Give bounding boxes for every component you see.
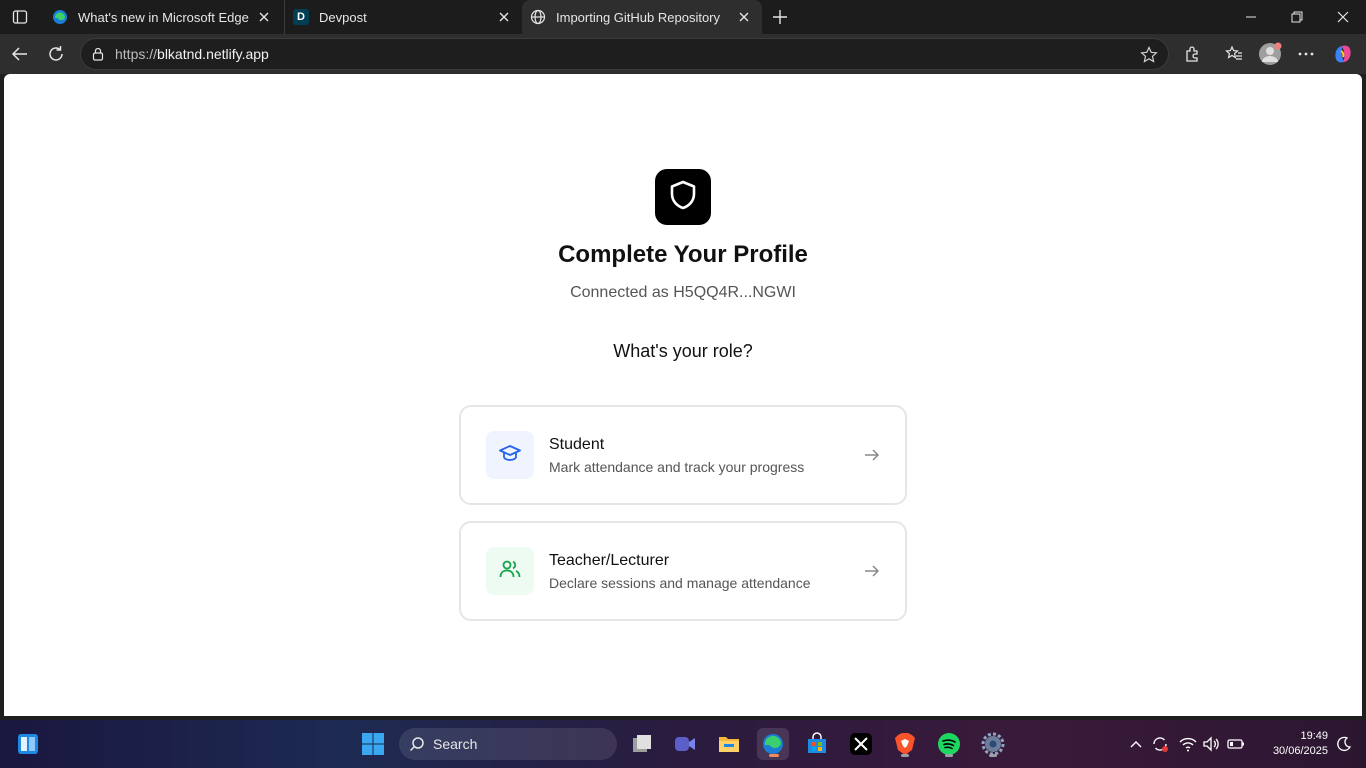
wifi-icon[interactable] [1178,734,1198,754]
browser-titlebar: What's new in Microsoft Edge D Devpost I… [0,0,1366,34]
role-icon-container [486,431,534,479]
new-tab-icon[interactable] [768,5,792,29]
minimize-icon[interactable] [1228,0,1274,34]
role-title: Student [549,436,605,453]
tab-title: Devpost [319,9,367,25]
sync-icon[interactable] [1150,734,1170,754]
role-title: Teacher/Lecturer [549,552,670,569]
microsoft-store-icon[interactable] [801,728,833,760]
windows-start-icon[interactable] [357,728,389,760]
app-logo [655,169,711,225]
role-option-student[interactable]: Student Mark attendance and track your p… [459,405,907,505]
battery-icon[interactable] [1226,734,1246,754]
search-icon [409,736,425,752]
page-title: Complete Your Profile [558,241,808,268]
extensions-icon[interactable] [1181,42,1205,66]
back-icon[interactable] [8,42,32,66]
close-icon[interactable] [736,9,752,25]
browser-toolbar: https://blkatnd.netlify.app [0,34,1366,74]
role-description: Declare sessions and manage attendance [549,575,811,591]
address-bar[interactable]: https://blkatnd.netlify.app [80,38,1169,70]
restore-icon[interactable] [1274,0,1320,34]
tab-importing-github[interactable]: Importing GitHub Repository [522,0,762,34]
favorites-icon[interactable] [1222,42,1246,66]
volume-icon[interactable] [1201,734,1221,754]
favorite-star-icon[interactable] [1140,46,1158,64]
close-icon[interactable] [496,9,512,25]
file-explorer-icon[interactable] [713,728,745,760]
close-icon[interactable] [256,9,272,25]
role-option-teacher[interactable]: Teacher/Lecturer Declare sessions and ma… [459,521,907,621]
edge-icon [52,9,68,25]
task-view-icon[interactable] [626,728,658,760]
connected-account-text: Connected as H5QQ4R...NGWI [570,284,796,301]
running-indicator [989,754,997,757]
clock-time: 19:49 [1300,730,1328,742]
lock-icon[interactable] [90,46,106,62]
edge-taskbar-icon[interactable] [757,728,789,760]
meet-video-icon[interactable] [669,728,701,760]
graduation-cap-icon [498,441,522,470]
chevron-up-icon[interactable] [1126,734,1146,754]
role-description: Mark attendance and track your progress [549,459,805,475]
copilot-icon[interactable] [1331,42,1355,66]
more-options-icon[interactable] [1294,42,1318,66]
arrow-right-icon [863,446,881,464]
shield-icon [669,180,697,215]
spotify-icon[interactable] [933,728,965,760]
users-icon [498,557,522,586]
url-scheme: https:// [115,46,158,62]
running-indicator [769,754,779,757]
close-window-icon[interactable] [1320,0,1366,34]
tab-microsoft-edge[interactable]: What's new in Microsoft Edge [44,0,282,34]
widgets-icon[interactable] [12,728,44,760]
search-label: Search [433,736,478,752]
page-viewport: Complete Your Profile Connected as H5QQ4… [4,74,1362,716]
windows-taskbar: Search 19:49 30/06/2025 [0,720,1366,768]
tab-devpost[interactable]: D Devpost [284,0,522,34]
brave-browser-icon[interactable] [889,728,921,760]
globe-icon [530,9,546,25]
url-text[interactable]: https://blkatnd.netlify.app [115,46,269,62]
notification-moon-icon[interactable] [1334,734,1354,754]
profile-avatar-icon[interactable] [1258,42,1282,66]
refresh-icon[interactable] [44,42,68,66]
clock-date: 30/06/2025 [1272,745,1328,757]
x-twitter-icon[interactable] [845,728,877,760]
url-host: blkatnd.netlify.app [157,46,269,62]
tab-title: Importing GitHub Repository [556,9,721,25]
devpost-icon: D [293,9,309,25]
running-indicator [901,754,909,757]
settings-gear-icon[interactable] [977,728,1009,760]
system-clock[interactable]: 19:49 30/06/2025 [1254,729,1328,759]
role-icon-container [486,547,534,595]
tab-actions-icon[interactable] [8,5,32,29]
running-indicator [945,754,953,757]
tab-title: What's new in Microsoft Edge [78,9,249,25]
arrow-right-icon [863,562,881,580]
taskbar-search[interactable]: Search [399,728,617,760]
role-question: What's your role? [613,341,753,361]
